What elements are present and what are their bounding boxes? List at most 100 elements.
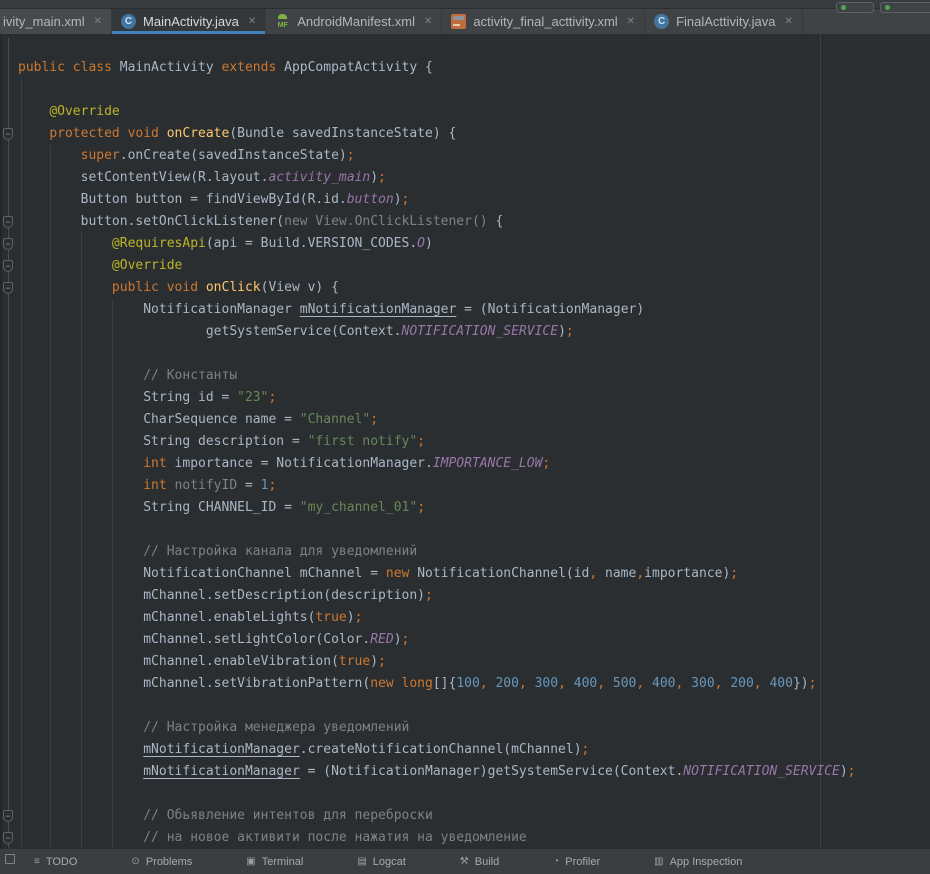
code-line[interactable]: mNotificationManager = (NotificationMana… — [18, 761, 930, 783]
code-line[interactable]: super.onCreate(savedInstanceState); — [18, 145, 930, 167]
editor-tab[interactable]: CMainActivity.java✕ — [112, 8, 266, 34]
close-tab-icon[interactable]: ✕ — [627, 16, 635, 27]
tool-window-button-logcat[interactable]: ▤Logcat — [357, 856, 405, 868]
device-widget-fragment[interactable] — [880, 2, 930, 13]
problems-icon: ⊙ — [131, 856, 139, 867]
code-token: @Override — [112, 258, 182, 273]
editor-tab[interactable]: MFAndroidManifest.xml✕ — [266, 8, 442, 34]
code-token: getSystemService(Context. — [206, 324, 402, 339]
code-line[interactable]: mChannel.setLightColor(Color.RED); — [18, 629, 930, 651]
code-token: = (NotificationManager) — [456, 302, 644, 317]
tool-window-button-profiler[interactable]: ◔Profiler — [553, 856, 600, 868]
code-token: ; — [848, 764, 856, 779]
code-line[interactable]: public void onClick(View v) { — [18, 277, 930, 299]
code-token: new — [386, 566, 417, 581]
close-tab-icon[interactable]: ✕ — [785, 16, 793, 27]
code-line[interactable]: NotificationChannel mChannel = new Notif… — [18, 563, 930, 585]
fold-collapse-icon[interactable]: − — [3, 128, 13, 140]
code-line[interactable]: Button button = findViewById(R.id.button… — [18, 189, 930, 211]
code-line[interactable] — [18, 343, 930, 365]
fold-collapse-icon[interactable]: − — [3, 216, 13, 228]
tool-window-button-build[interactable]: ⚒Build — [460, 856, 499, 868]
tool-window-button-problems[interactable]: ⊙Problems — [131, 856, 192, 868]
code-line[interactable] — [18, 519, 930, 541]
code-token — [566, 676, 574, 691]
code-token: activity_main — [268, 170, 370, 185]
editor-tab[interactable]: CFinalActtivity.java✕ — [645, 8, 803, 34]
code-line[interactable]: protected void onCreate(Bundle savedInst… — [18, 123, 930, 145]
fold-collapse-icon[interactable]: − — [3, 832, 13, 844]
code-token: NOTIFICATION_SERVICE — [683, 764, 840, 779]
tab-label: ivity_main.xml — [3, 14, 85, 29]
code-line[interactable]: // Константы — [18, 365, 930, 387]
code-line[interactable]: CharSequence name = "Channel"; — [18, 409, 930, 431]
code-line[interactable]: mChannel.enableVibration(true); — [18, 651, 930, 673]
code-line[interactable]: // Обьявление интентов для переброски — [18, 805, 930, 827]
close-tab-icon[interactable]: ✕ — [248, 16, 256, 27]
run-widget-fragment[interactable] — [836, 2, 874, 13]
code-line[interactable]: // Настройка канала для уведомлений — [18, 541, 930, 563]
fold-collapse-icon[interactable]: − — [3, 810, 13, 822]
code-token: , — [754, 676, 762, 691]
fold-collapse-icon[interactable]: − — [3, 260, 13, 272]
fold-collapse-icon[interactable]: − — [3, 282, 13, 294]
code-line[interactable]: mNotificationManager.createNotificationC… — [18, 739, 930, 761]
tool-window-button-todo[interactable]: ≡TODO — [34, 856, 77, 868]
code-token: mNotificationManager — [300, 302, 457, 317]
code-token: true — [315, 610, 346, 625]
code-line[interactable]: String description = "first notify"; — [18, 431, 930, 453]
code-line[interactable]: @Override — [18, 101, 930, 123]
editor-tab[interactable]: ivity_main.xml ✕ — [0, 8, 112, 34]
code-line[interactable]: @Override — [18, 255, 930, 277]
code-editor[interactable]: public class MainActivity extends AppCom… — [0, 34, 930, 855]
code-token: ; — [402, 192, 410, 207]
tool-window-stub-icon[interactable] — [5, 854, 15, 864]
code-token: // Обьявление интентов для переброски — [143, 808, 433, 823]
code-line[interactable]: mChannel.setDescription(description); — [18, 585, 930, 607]
code-token: String CHANNEL_ID = — [143, 500, 300, 515]
code-token: extends — [222, 60, 285, 75]
code-line[interactable]: public class MainActivity extends AppCom… — [18, 57, 930, 79]
code-token: "my_channel_01" — [300, 500, 417, 515]
code-token: int — [143, 478, 174, 493]
code-line[interactable]: NotificationManager mNotificationManager… — [18, 299, 930, 321]
code-line[interactable]: setContentView(R.layout.activity_main); — [18, 167, 930, 189]
fold-collapse-icon[interactable]: − — [3, 238, 13, 250]
code-token: (Bundle savedInstanceState) { — [229, 126, 456, 141]
code-token: CharSequence name = — [143, 412, 300, 427]
code-line[interactable]: getSystemService(Context.NOTIFICATION_SE… — [18, 321, 930, 343]
code-line[interactable]: // Настройка менеджера уведомлений — [18, 717, 930, 739]
code-token: onCreate — [167, 126, 230, 141]
tool-window-button-app-inspection[interactable]: ▥App Inspection — [654, 856, 742, 868]
tool-window-button-terminal[interactable]: ▣Terminal — [246, 856, 303, 868]
code-area[interactable]: public class MainActivity extends AppCom… — [18, 57, 930, 849]
code-token: ; — [417, 500, 425, 515]
editor-tab[interactable]: activity_final_acttivity.xml✕ — [442, 8, 645, 34]
code-line[interactable]: mChannel.enableLights(true); — [18, 607, 930, 629]
code-line[interactable] — [18, 783, 930, 805]
code-token: mChannel.enableLights( — [143, 610, 315, 625]
code-token: importance = NotificationManager. — [175, 456, 433, 471]
code-line[interactable]: int importance = NotificationManager.IMP… — [18, 453, 930, 475]
terminal-icon: ▣ — [246, 856, 255, 867]
code-line[interactable]: button.setOnClickListener(new View.OnCli… — [18, 211, 930, 233]
code-line[interactable] — [18, 695, 930, 717]
code-line[interactable]: @RequiresApi(api = Build.VERSION_CODES.O… — [18, 233, 930, 255]
close-tab-icon[interactable]: ✕ — [424, 16, 432, 27]
code-token: // Настройка менеджера уведомлений — [143, 720, 409, 735]
code-line[interactable]: // на новое активити после нажатия на ув… — [18, 827, 930, 849]
code-line[interactable]: String id = "23"; — [18, 387, 930, 409]
code-token: String id = — [143, 390, 237, 405]
run-status-dot-icon — [841, 5, 846, 10]
code-line[interactable]: int notifyID = 1; — [18, 475, 930, 497]
close-tab-icon[interactable]: ✕ — [94, 16, 102, 27]
code-line[interactable]: mChannel.setVibrationPattern(new long[]{… — [18, 673, 930, 695]
code-line[interactable]: String CHANNEL_ID = "my_channel_01"; — [18, 497, 930, 519]
code-line[interactable] — [18, 79, 930, 101]
code-token — [683, 676, 691, 691]
code-token: 400 — [574, 676, 597, 691]
code-token: = — [237, 478, 260, 493]
code-token: ) — [347, 610, 355, 625]
code-token: // Константы — [143, 368, 237, 383]
code-token: mChannel.setVibrationPattern( — [143, 676, 370, 691]
